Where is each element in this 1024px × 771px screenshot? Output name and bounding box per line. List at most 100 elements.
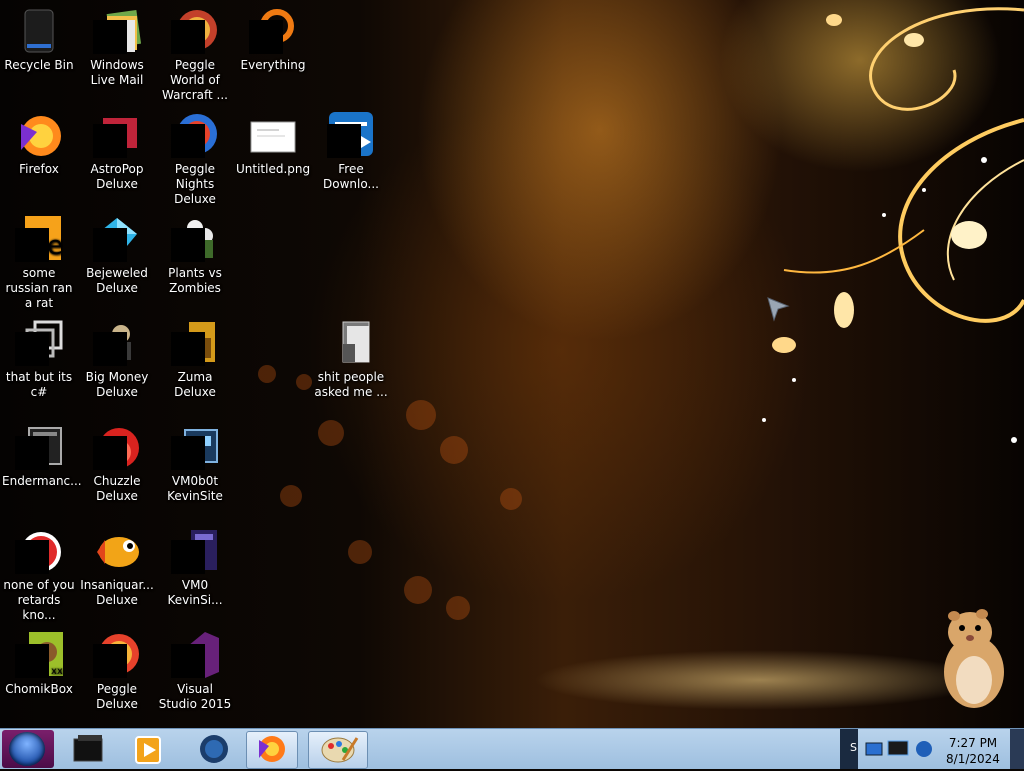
bejeweled-icon xyxy=(93,214,141,262)
desktop-icon-none-of-you[interactable]: none of you retards kno... xyxy=(0,524,78,623)
windows-live-mail-icon xyxy=(93,6,142,54)
tray-overflow[interactable]: S xyxy=(840,729,858,769)
icon-label: Chuzzle Deluxe xyxy=(93,474,141,503)
icon-label: Everything xyxy=(240,58,306,72)
desktop-icon-russian-rat[interactable]: e some russian ran a rat xyxy=(0,212,78,311)
icon-label: ChomikBox xyxy=(5,682,73,696)
wallpaper-bokeh xyxy=(280,485,302,507)
desktop-icon-big-money[interactable]: Big Money Deluxe xyxy=(78,316,156,400)
document-icon xyxy=(171,526,219,574)
taskbar-app-firefox[interactable] xyxy=(246,731,298,769)
wallpaper-bokeh xyxy=(348,540,372,564)
redaction-block xyxy=(249,20,283,54)
peggle-nights-icon xyxy=(171,110,219,158)
folder-icon xyxy=(327,318,375,366)
taskbar-app-globe[interactable] xyxy=(192,731,236,767)
desktop-icon-bejeweled[interactable]: Bejeweled Deluxe xyxy=(78,212,156,296)
wallpaper-bokeh xyxy=(318,420,344,446)
icon-label: that but its c# xyxy=(5,370,73,399)
icon-label: Bejeweled Deluxe xyxy=(86,266,148,295)
tray-monitor-icon[interactable] xyxy=(886,737,910,761)
firefox-icon xyxy=(15,110,63,158)
tray-network-icon[interactable] xyxy=(862,737,886,761)
desktop-icon-astropop[interactable]: AstroPop Deluxe xyxy=(78,108,156,192)
mouse-cursor-icon xyxy=(767,297,790,322)
desktop-icon-everything[interactable]: Everything xyxy=(234,4,312,73)
app-window-icon xyxy=(15,422,63,470)
everything-icon xyxy=(249,6,297,54)
peggle-icon xyxy=(93,630,141,678)
wallpaper-swirl xyxy=(762,7,1024,443)
redaction-block xyxy=(15,540,49,574)
desktop-icon-plants-vs-zombies[interactable]: Plants vs Zombies xyxy=(156,212,234,296)
desktop-icon-peggle-wow[interactable]: Peggle World of Warcraft ... xyxy=(156,4,234,103)
wallpaper-bokeh xyxy=(258,365,276,383)
show-desktop-button[interactable] xyxy=(1010,729,1024,769)
redaction-block xyxy=(15,228,49,262)
desktop-icon-untitled-png[interactable]: Untitled.png xyxy=(234,108,312,177)
taskbar-clock[interactable]: 7:27 PM 8/1/2024 xyxy=(930,735,1016,767)
big-money-icon xyxy=(93,318,141,366)
desktop-icon-that-but-csharp[interactable]: that but its c# xyxy=(0,316,78,400)
redaction-block xyxy=(171,20,205,54)
wallpaper-bokeh xyxy=(406,400,436,430)
desktop-icon-people-asked-folder[interactable]: shit people asked me ... xyxy=(312,316,390,400)
icon-label: Windows Live Mail xyxy=(90,58,144,87)
redaction-block xyxy=(93,124,127,158)
taskbar-app-media[interactable] xyxy=(128,731,172,767)
redaction-block xyxy=(171,332,205,366)
icon-label: Recycle Bin xyxy=(4,58,74,72)
wallpaper-bokeh xyxy=(446,596,470,620)
desktop-icon-free-download[interactable]: Free Downlo... xyxy=(312,108,390,192)
icon-label: Firefox xyxy=(19,162,59,176)
icon-label: some russian ran a rat xyxy=(5,266,73,310)
icon-label: Untitled.png xyxy=(236,162,311,176)
insaniquarium-icon xyxy=(93,526,141,574)
desktop-icon-visual-studio[interactable]: Visual Studio 2015 xyxy=(156,628,234,712)
desktop-icon-vm0-kevinsite[interactable]: VM0 KevinSi... xyxy=(156,524,234,608)
redaction-block xyxy=(93,20,127,54)
plants-vs-zombies-icon xyxy=(171,214,219,262)
hamster-desktop-pet[interactable] xyxy=(938,606,1010,710)
peggle-wow-icon xyxy=(171,6,219,54)
free-download-icon xyxy=(327,110,375,158)
redaction-block xyxy=(171,124,205,158)
icon-label: none of you retards kno... xyxy=(3,578,75,622)
taskbar: S 7:27 PM 8/1/2024 xyxy=(0,728,1024,769)
desktop-icon-endermanch[interactable]: Endermanc... xyxy=(0,420,82,489)
desktop-icon-zuma[interactable]: Zuma Deluxe xyxy=(156,316,234,400)
clock-time: 7:27 PM xyxy=(948,736,998,750)
taskbar-app-dark[interactable] xyxy=(68,731,112,767)
wallpaper-bokeh xyxy=(296,374,312,390)
desktop-icon-vm0b0t[interactable]: VM0b0t KevinSite xyxy=(156,420,234,504)
redaction-block xyxy=(15,332,49,366)
icon-label: VM0 KevinSi... xyxy=(167,578,223,607)
redaction-block xyxy=(15,644,49,678)
icon-label: AstroPop Deluxe xyxy=(90,162,144,191)
desktop-icon-chomikbox[interactable]: xx ChomikBox xyxy=(0,628,78,697)
astropop-icon xyxy=(93,110,141,158)
desktop-icon-recycle-bin[interactable]: Recycle Bin xyxy=(0,4,78,73)
redaction-block xyxy=(15,436,49,470)
desktop-icon-windows-live-mail[interactable]: Windows Live Mail xyxy=(78,4,156,88)
vm-folder-icon xyxy=(171,422,219,470)
desktop-icon-chuzzle[interactable]: Chuzzle Deluxe xyxy=(78,420,156,504)
paint-icon xyxy=(321,737,359,763)
taskbar-app-paint[interactable] xyxy=(308,731,368,769)
desktop-icon-peggle-deluxe[interactable]: Peggle Deluxe xyxy=(78,628,156,712)
redaction-block xyxy=(171,436,205,470)
shortcut-icon xyxy=(15,526,63,574)
wallpaper-bokeh xyxy=(500,488,522,510)
chuzzle-icon xyxy=(93,422,141,470)
redaction-block xyxy=(171,540,205,574)
start-button[interactable] xyxy=(2,730,54,768)
svg-text:xx: xx xyxy=(51,666,63,677)
png-file-icon xyxy=(249,110,297,158)
zuma-icon xyxy=(171,318,219,366)
windows-orb-icon xyxy=(9,732,45,766)
wallpaper-bokeh xyxy=(440,436,468,464)
desktop-icon-insaniquarium[interactable]: Insaniquar... Deluxe xyxy=(78,524,156,608)
desktop-icon-peggle-nights[interactable]: Peggle Nights Deluxe xyxy=(156,108,234,207)
icon-label: Endermanc... xyxy=(2,474,82,488)
desktop-icon-firefox[interactable]: Firefox xyxy=(0,108,78,177)
